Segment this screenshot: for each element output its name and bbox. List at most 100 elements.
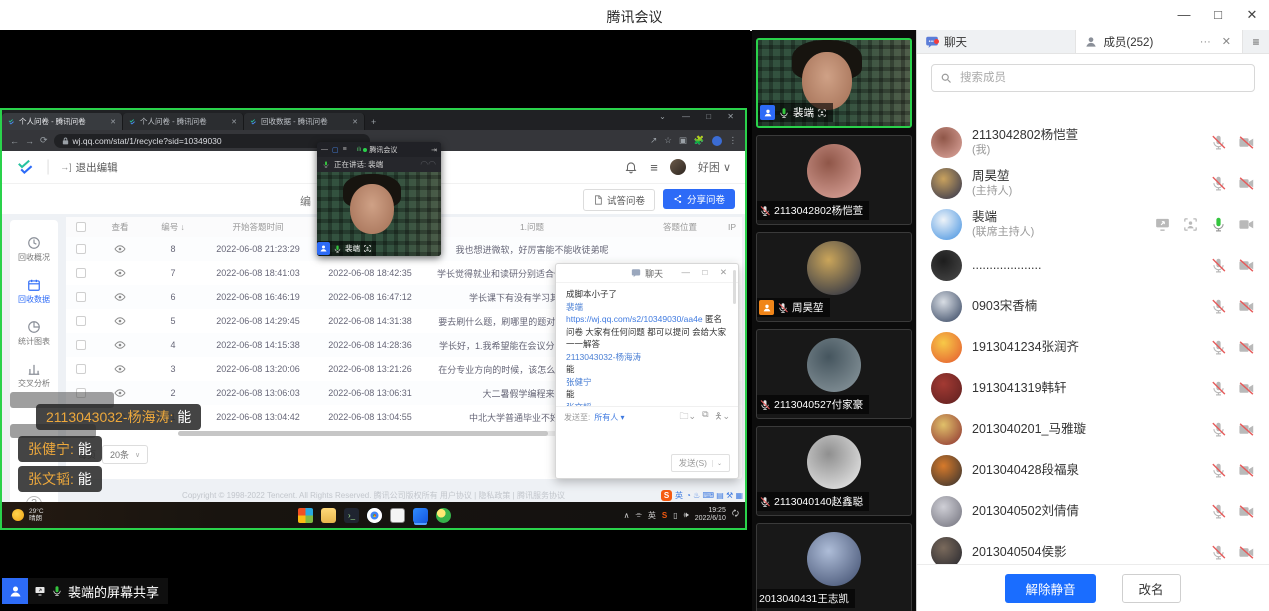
wechat-icon[interactable]: [436, 508, 451, 523]
mini-restore-icon[interactable]: ▢: [332, 146, 339, 154]
chrome-icon[interactable]: [367, 508, 382, 523]
sidebar-icon[interactable]: ▣: [679, 135, 687, 146]
browser-tab[interactable]: 回收数据 - 腾讯问卷✕: [244, 113, 365, 130]
member-row[interactable]: 1913041319韩轩: [917, 368, 1269, 409]
chat-file-icon[interactable]: 🗀⌄: [680, 409, 697, 425]
terminal-icon[interactable]: ›_: [344, 508, 359, 523]
panel-more-button[interactable]: ···: [1197, 36, 1214, 48]
sidebar-item-doc[interactable]: 回收概况: [18, 236, 50, 263]
member-row[interactable]: 2013040504侯影: [917, 532, 1269, 565]
user-menu[interactable]: 好困 ∨: [698, 159, 731, 175]
cam-off-icon[interactable]: [1238, 544, 1255, 561]
member-row[interactable]: 裴端 (联席主持人): [917, 204, 1269, 245]
eye-icon[interactable]: [114, 315, 126, 327]
tray-volume-icon[interactable]: 🕪: [684, 510, 689, 520]
browser-menu-icon[interactable]: ⋮: [729, 135, 738, 146]
video-thumbnail[interactable]: 2113040140赵鑫聪: [756, 426, 912, 516]
input-lang-indicator[interactable]: 英: [675, 490, 683, 501]
back-icon[interactable]: ←: [10, 136, 19, 146]
eye-icon[interactable]: [114, 339, 126, 351]
sidebar-item-bars[interactable]: 交叉分析: [18, 362, 50, 389]
row-checkbox[interactable]: [76, 268, 86, 278]
tray-mic-icon[interactable]: ⌯: [636, 510, 642, 520]
extensions-icon[interactable]: 🧩: [694, 135, 705, 146]
cam-off-icon[interactable]: [1238, 298, 1255, 315]
mic-muted-icon[interactable]: [1210, 421, 1227, 438]
panel-close-button[interactable]: ✕: [1219, 35, 1234, 48]
eye-icon[interactable]: [114, 387, 126, 399]
mic-muted-icon[interactable]: [1210, 298, 1227, 315]
focus-icon[interactable]: [1182, 216, 1199, 233]
member-row[interactable]: 2013040502刘倩倩: [917, 491, 1269, 532]
panel-menu-button[interactable]: ≡: [1242, 30, 1269, 53]
notification-bell-icon[interactable]: 🗘: [732, 508, 739, 522]
browser-profile-icon[interactable]: [712, 136, 722, 146]
member-row[interactable]: 周昊堃 (主持人): [917, 163, 1269, 204]
eye-icon[interactable]: [114, 291, 126, 303]
tab-close-icon[interactable]: ✕: [110, 118, 116, 126]
user-avatar[interactable]: [670, 159, 686, 175]
video-thumbnail[interactable]: 2113042802杨恺萱: [756, 135, 912, 225]
browser-tab[interactable]: 个人问卷 - 腾讯问卷✕: [123, 113, 244, 130]
mic-muted-icon[interactable]: [1210, 503, 1227, 520]
eye-icon[interactable]: [114, 267, 126, 279]
cam-off-icon[interactable]: [1238, 134, 1255, 151]
menu-icon[interactable]: ≡: [650, 160, 658, 175]
browser-window-controls[interactable]: ⌄ — □ ✕: [659, 112, 741, 121]
member-row[interactable]: 2013040428段福泉: [917, 450, 1269, 491]
send-to-select[interactable]: 所有人 ▾: [594, 412, 624, 423]
tray-sogou-icon[interactable]: S: [662, 511, 667, 520]
row-checkbox[interactable]: [76, 364, 86, 374]
chat-screenshot-icon[interactable]: ⧉: [702, 409, 708, 425]
mini-minimize-icon[interactable]: —: [321, 146, 328, 153]
send-button[interactable]: 发送(S)⌄: [671, 454, 730, 472]
mic-muted-icon[interactable]: [1210, 380, 1227, 397]
eye-icon[interactable]: [114, 363, 126, 375]
close-button[interactable]: ✕: [1235, 0, 1269, 30]
tray-expand-icon[interactable]: ∧: [624, 511, 630, 520]
tab-close-icon[interactable]: ✕: [231, 118, 237, 126]
cam-off-icon[interactable]: [1238, 257, 1255, 274]
maximize-button[interactable]: □: [1201, 0, 1235, 30]
mic-muted-icon[interactable]: [1210, 462, 1227, 479]
video-thumbnail[interactable]: 裴端: [756, 38, 912, 128]
tray-device-icon[interactable]: ▯: [673, 511, 677, 520]
mic-muted-icon[interactable]: [1210, 339, 1227, 356]
row-checkbox[interactable]: [76, 316, 86, 326]
browser-tab[interactable]: 个人问卷 - 腾讯问卷✕: [2, 113, 123, 130]
cam-off-icon[interactable]: [1238, 421, 1255, 438]
tab-chat[interactable]: 聊天: [917, 30, 1075, 53]
select-all-checkbox[interactable]: [76, 222, 86, 232]
chat-link[interactable]: https://wj.qq.com/s2/10349030/aa4e: [566, 314, 703, 324]
tab-members[interactable]: 成员(252) ··· ✕: [1075, 30, 1242, 53]
member-row[interactable]: 2113042802杨恺萱 (我): [917, 122, 1269, 163]
screen-share-icon[interactable]: [1154, 216, 1171, 233]
sort-number-header[interactable]: 编号 ↓: [144, 221, 202, 233]
share-page-icon[interactable]: ↗: [650, 135, 657, 146]
share-survey-button[interactable]: 分享问卷: [663, 189, 735, 209]
tab-close-icon[interactable]: ✕: [352, 118, 358, 126]
member-search-input[interactable]: [958, 71, 1246, 85]
chat-popup-window[interactable]: 聊天 — □ ✕ 成脚本小子了裴端https://wj.qq.com/s2/10…: [555, 263, 739, 479]
row-checkbox[interactable]: [76, 292, 86, 302]
mic-muted-icon[interactable]: [1210, 544, 1227, 561]
tencent-meeting-taskbar-icon[interactable]: [413, 508, 428, 523]
cam-off-icon[interactable]: [1238, 462, 1255, 479]
chat-member-icon[interactable]: 🯅⌄: [715, 409, 730, 425]
mic-muted-icon[interactable]: [1210, 134, 1227, 151]
mini-menu-icon[interactable]: ≡: [343, 146, 347, 153]
member-row[interactable]: ....................: [917, 245, 1269, 286]
reload-icon[interactable]: ⟳: [40, 135, 48, 146]
unmute-button[interactable]: 解除静音: [1005, 574, 1095, 603]
member-search[interactable]: [931, 64, 1255, 92]
chat-scrollbar[interactable]: [733, 270, 736, 304]
exit-edit-button[interactable]: →] 退出编辑: [60, 160, 118, 175]
row-checkbox[interactable]: [76, 340, 86, 350]
row-checkbox[interactable]: [76, 244, 86, 254]
new-tab-button[interactable]: +: [371, 117, 376, 127]
meeting-mini-window[interactable]: — ▢ ≡ ılı 腾讯会议 ⇥ 正在讲话: 裴端 ◠◠: [317, 142, 441, 256]
minimize-button[interactable]: —: [1167, 0, 1201, 30]
chat-window-controls[interactable]: — □ ✕: [682, 267, 732, 278]
sogou-icon[interactable]: S: [661, 490, 672, 501]
bookmark-star-icon[interactable]: ☆: [664, 135, 672, 146]
